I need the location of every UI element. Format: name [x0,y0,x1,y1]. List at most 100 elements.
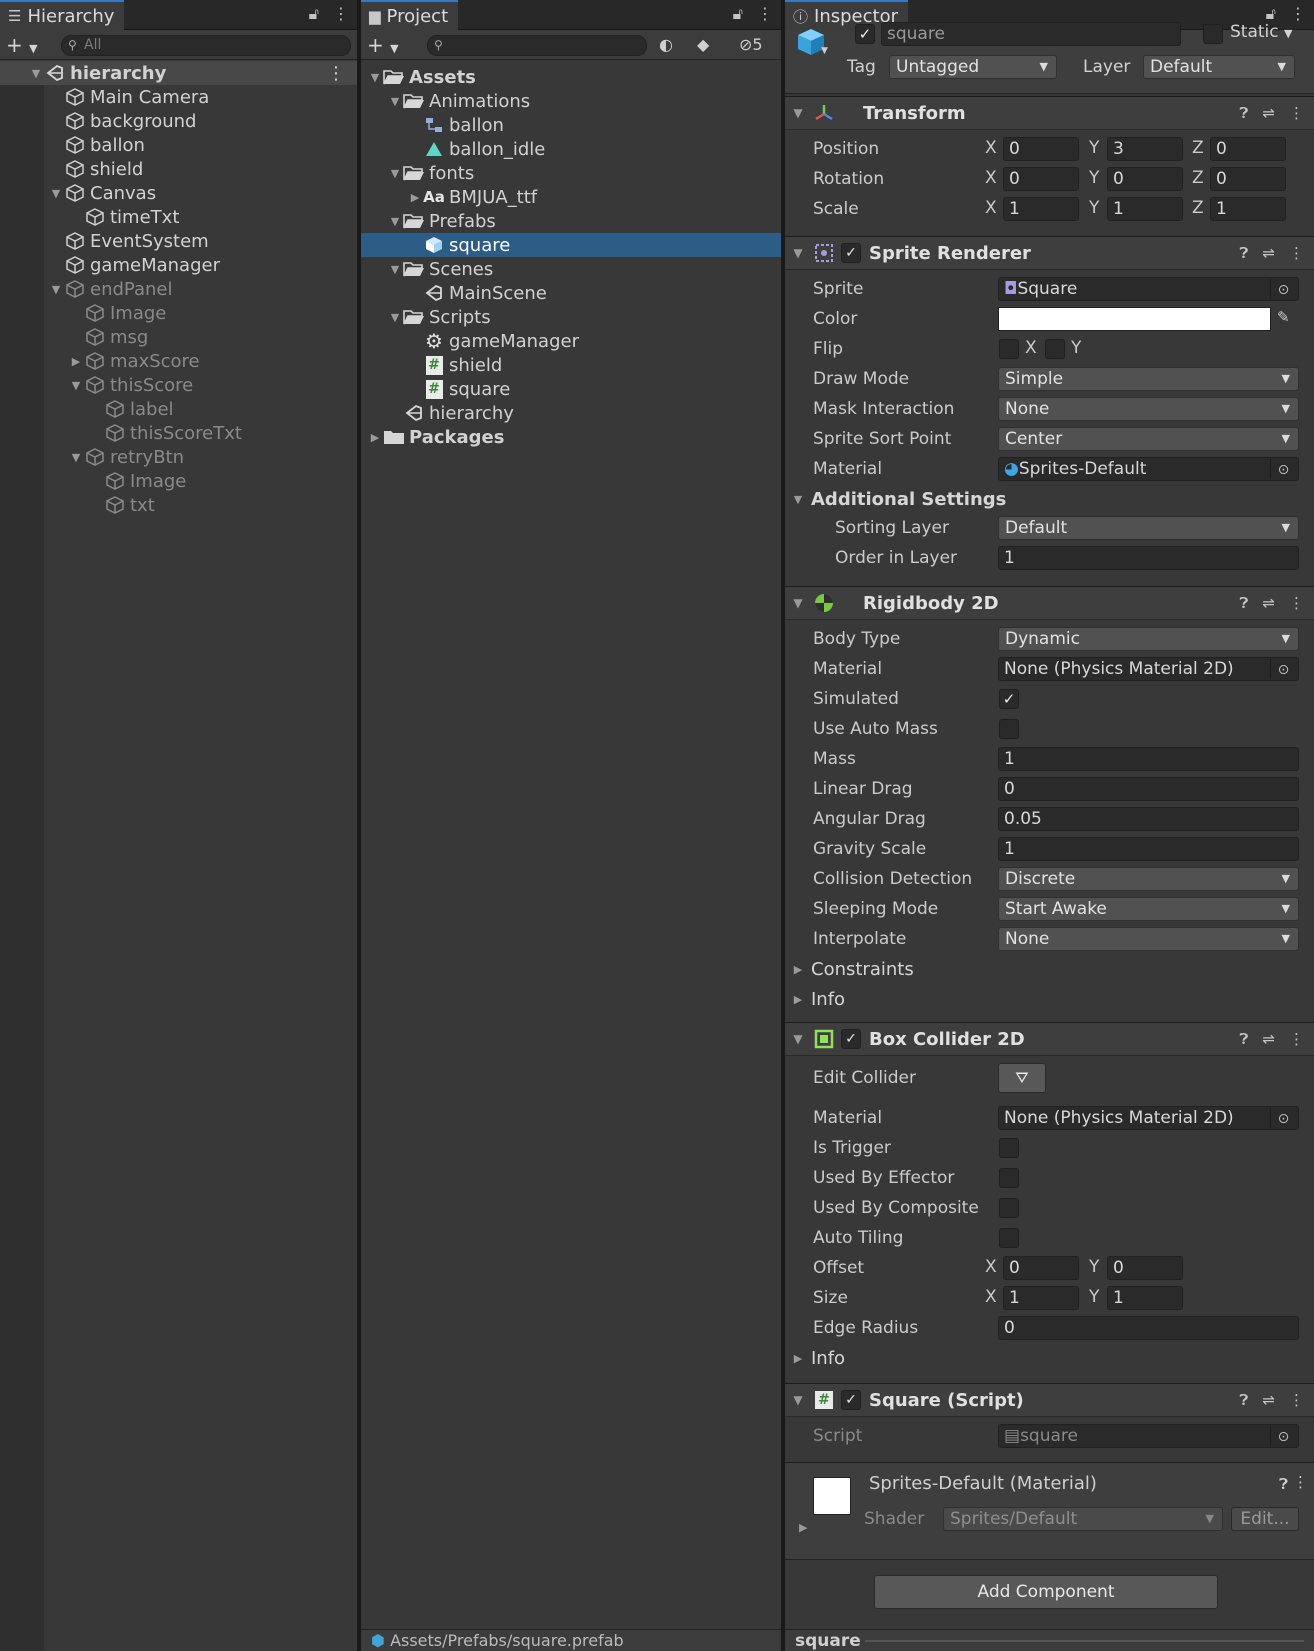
box-collider-header[interactable]: ▼ ✓ Box Collider 2D ❓︎ ⇌ ⋮ [785,1022,1314,1056]
sprite-field[interactable]: ◘Square ⊙ [998,277,1299,301]
expand-arrow-icon[interactable]: ▼ [387,263,403,276]
expand-arrow-icon[interactable]: ▼ [28,67,44,80]
help-icon[interactable]: ❓︎ [1239,104,1248,122]
expand-arrow-icon[interactable]: ▼ [387,167,403,180]
project-tab[interactable]: ▆ Project [361,0,459,30]
object-picker-icon[interactable]: ⊙ [1270,459,1296,479]
transform-header[interactable]: ▼ Transform ❓︎ ⇌ ⋮ [785,96,1314,130]
expand-arrow-icon[interactable]: ▼ [68,451,84,464]
hierarchy-item[interactable]: ▼ endPanel [0,277,357,301]
create-asset-button[interactable]: + ▼ [367,33,399,57]
hidden-packages-toggle[interactable]: ⊘5 [739,35,763,54]
sprite-renderer-header[interactable]: ▼ ✓ Sprite Renderer ❓︎ ⇌ ⋮ [785,236,1314,270]
component-menu-icon[interactable]: ⋮ [1289,594,1304,612]
hierarchy-item[interactable]: Image [0,469,357,493]
auto-mass-checkbox[interactable] [999,719,1019,739]
scene-menu-icon[interactable]: ⋮ [327,63,345,84]
rigidbody-header[interactable]: ▼ Rigidbody 2D ❓︎ ⇌ ⋮ [785,586,1314,620]
sorting-layer-dropdown[interactable]: Default ▼ [998,516,1299,540]
material-field[interactable]: ◕Sprites-Default ⊙ [998,457,1299,481]
project-item[interactable]: ballon [361,113,781,137]
rb-info-foldout[interactable]: ▶ Info [785,985,1314,1013]
component-menu-icon[interactable]: ⋮ [1289,104,1304,122]
collision-detection-dropdown[interactable]: Discrete ▼ [998,867,1299,891]
hierarchy-scene-row[interactable]: ▼ hierarchy ⋮ [0,61,357,85]
static-checkbox[interactable] [1203,24,1223,44]
mask-interaction-dropdown[interactable]: None ▼ [998,397,1299,421]
simulated-checkbox[interactable]: ✓ [999,689,1019,709]
expand-arrow-icon[interactable]: ▼ [387,215,403,228]
project-item[interactable]: ▼ Assets [361,65,781,89]
position-x-field[interactable]: 0 [1003,137,1079,161]
collapse-arrow-icon[interactable]: ▶ [407,191,423,204]
constraints-foldout[interactable]: ▶ Constraints [785,955,1314,983]
more-menu-icon[interactable]: ⋮ [333,4,349,24]
size-y-field[interactable]: 1 [1107,1286,1183,1310]
size-x-field[interactable]: 1 [1003,1286,1079,1310]
expand-arrow-icon[interactable]: ▼ [367,71,383,84]
rotation-x-field[interactable]: 0 [1003,167,1079,191]
project-item[interactable]: ⚙ gameManager [361,329,781,353]
is-trigger-checkbox[interactable] [999,1138,1019,1158]
lock-icon[interactable]: 🔓︎ [309,4,319,24]
hierarchy-item[interactable]: msg [0,325,357,349]
sprite-renderer-enabled-checkbox[interactable]: ✓ [841,243,861,263]
body-type-dropdown[interactable]: Dynamic ▼ [998,627,1299,651]
tag-dropdown[interactable]: Untagged ▼ [889,55,1057,79]
expand-arrow-icon[interactable]: ▼ [48,187,64,200]
script-enabled-checkbox[interactable]: ✓ [841,1390,861,1410]
position-z-field[interactable]: 0 [1210,137,1286,161]
presets-icon[interactable]: ⇌ [1262,1030,1275,1048]
static-dropdown[interactable]: Static ▼ [1230,22,1292,42]
edit-collider-button[interactable]: ⛛ [998,1063,1046,1093]
fold-arrow-icon[interactable]: ▶ [799,1521,807,1534]
expand-arrow-icon[interactable]: ▼ [48,283,64,296]
hierarchy-item[interactable]: Main Camera [0,85,357,109]
presets-icon[interactable]: ⇌ [1262,594,1275,612]
help-icon[interactable]: ❓︎ [1239,1030,1248,1048]
box-collider-enabled-checkbox[interactable]: ✓ [841,1029,861,1049]
position-y-field[interactable]: 3 [1107,137,1183,161]
project-item[interactable]: hierarchy [361,401,781,425]
shader-dropdown[interactable]: Sprites/Default ▼ [943,1507,1223,1531]
flip-y-checkbox[interactable] [1045,339,1065,359]
rotation-y-field[interactable]: 0 [1107,167,1183,191]
rb-material-field[interactable]: None (Physics Material 2D) ⊙ [998,657,1299,681]
help-icon[interactable]: ❓︎ [1279,1475,1288,1493]
hierarchy-item[interactable]: Image [0,301,357,325]
project-item[interactable]: ▶ Aa BMJUA_ttf [361,185,781,209]
bc-info-foldout[interactable]: ▶ Info [785,1344,1314,1372]
draw-mode-dropdown[interactable]: Simple ▼ [998,367,1299,391]
add-component-button[interactable]: Add Component [874,1575,1218,1609]
filter-by-label-icon[interactable]: ◆ [697,35,709,54]
layer-dropdown[interactable]: Default ▼ [1143,55,1295,79]
project-item[interactable]: ▶ Packages [361,425,781,449]
used-by-composite-checkbox[interactable] [999,1198,1019,1218]
eyedropper-icon[interactable]: ✎ [1277,308,1290,326]
sprite-sort-point-dropdown[interactable]: Center ▼ [998,427,1299,451]
color-swatch[interactable] [998,307,1271,331]
presets-icon[interactable]: ⇌ [1262,1391,1275,1409]
help-icon[interactable]: ❓︎ [1239,1391,1248,1409]
hierarchy-item[interactable]: thisScoreTxt [0,421,357,445]
hierarchy-item[interactable]: gameManager [0,253,357,277]
collapse-arrow-icon[interactable]: ▶ [367,431,383,444]
order-in-layer-field[interactable]: 1 [998,546,1299,570]
scale-z-field[interactable]: 1 [1210,197,1286,221]
additional-settings-foldout[interactable]: ▼ Additional Settings [785,485,1314,513]
hierarchy-item[interactable]: background [0,109,357,133]
object-picker-icon[interactable]: ⊙ [1270,659,1296,679]
offset-x-field[interactable]: 0 [1003,1256,1079,1280]
hierarchy-item[interactable]: ▶ maxScore [0,349,357,373]
script-header[interactable]: ▼ # ✓ Square (Script) ❓︎ ⇌ ⋮ [785,1383,1314,1417]
angular-drag-field[interactable]: 0.05 [998,807,1299,831]
hierarchy-item[interactable]: shield [0,157,357,181]
project-item[interactable]: ▼ Scenes [361,257,781,281]
project-item[interactable]: ▼ Prefabs [361,209,781,233]
hierarchy-item[interactable]: ballon [0,133,357,157]
component-menu-icon[interactable]: ⋮ [1289,244,1304,262]
create-button[interactable]: + ▼ [6,33,38,57]
object-picker-icon[interactable]: ⊙ [1270,1108,1296,1128]
more-menu-icon[interactable]: ⋮ [1290,4,1306,24]
flip-x-checkbox[interactable] [999,339,1019,359]
